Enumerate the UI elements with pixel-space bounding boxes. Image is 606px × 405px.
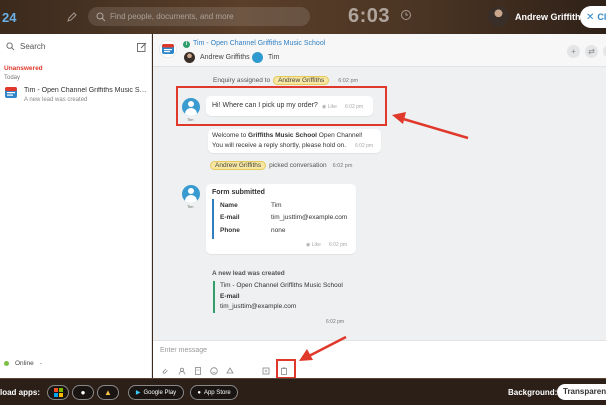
welcome-line1: Welcome to Griffiths Music School Open C… [212, 132, 363, 139]
chat-header: i Tim - Open Channel Griffiths Music Sch… [153, 34, 606, 67]
emoji-icon[interactable] [210, 367, 218, 375]
document-icon[interactable] [194, 367, 202, 375]
google-play-icon: ▶ [135, 390, 141, 396]
transfer-icon[interactable]: ⇄ [585, 45, 598, 58]
download-apps-label: load apps: [0, 388, 41, 397]
form-value: Tim [271, 202, 282, 209]
form-label: Phone [220, 227, 240, 234]
linux-download-button[interactable]: ▲ [97, 385, 119, 400]
bottom-bar: load apps: ● ▲ ▶ Google Play ● App Store… [0, 378, 606, 405]
add-user-icon[interactable]: + [567, 45, 580, 58]
message-time: 6:02 pm [338, 77, 359, 84]
picked-conversation-line: Andrew Griffiths picked conversation 6:0… [210, 161, 352, 170]
enquiry-text: Enquiry assigned to [213, 77, 271, 84]
message-input[interactable]: Enter message [160, 347, 207, 354]
avatar-label: Tim [187, 204, 194, 209]
windows-download-button[interactable] [47, 385, 69, 400]
status-selector[interactable]: Online - [4, 360, 42, 367]
chat-title[interactable]: Tim - Open Channel Griffiths Music Schoo… [193, 40, 325, 47]
participant-avatar[interactable] [184, 52, 195, 63]
status-label: Online [15, 360, 34, 367]
agent-tag[interactable]: Andrew Griffiths [273, 76, 330, 85]
search-placeholder: Find people, documents, and more [110, 12, 234, 21]
app-logo[interactable]: 24 [2, 10, 16, 25]
message-time: 6:02 pm [332, 162, 353, 169]
conversation-title: Tim - Open Channel Griffiths Music Schoo… [24, 87, 148, 94]
form-label: Name [220, 202, 238, 209]
participant-name[interactable]: Andrew Griffiths [200, 54, 250, 61]
close-button[interactable]: ✕ Clo [580, 6, 606, 28]
open-channel-icon [5, 87, 17, 98]
group-today: Today [4, 75, 21, 81]
message-time: 6:02 pm [355, 143, 374, 149]
apple-icon: ● [197, 389, 201, 396]
paperclip-icon[interactable] [161, 367, 169, 375]
sidebar-search[interactable]: Search [6, 42, 45, 51]
message-time: 6:02 pm [326, 319, 345, 325]
form-value: none [271, 227, 286, 234]
info-icon[interactable]: i [183, 41, 190, 48]
form-value: tim_justtim@example.com [271, 214, 348, 221]
participant-avatar[interactable] [252, 52, 263, 63]
form-submitted-card: Form submitted Name Tim E-mail tim_justt… [206, 184, 356, 254]
clock-icon[interactable] [400, 9, 412, 21]
close-icon: ✕ [586, 11, 595, 23]
lead-line: tim_justtim@example.com [220, 303, 297, 310]
welcome-line2: You will receive a reply shortly, please… [212, 142, 347, 149]
apple-icon: ● [80, 388, 86, 397]
google-play-label: Google Play [143, 389, 177, 396]
lead-line: E-mail [220, 293, 240, 300]
search-icon [96, 12, 106, 21]
lead-line[interactable]: Tim - Open Channel Griffiths Music Schoo… [220, 282, 343, 289]
user-avatar[interactable] [488, 6, 509, 27]
linux-icon: ▲ [104, 388, 112, 397]
welcome-message: Welcome to Griffiths Music School Open C… [208, 129, 381, 153]
enquiry-assigned-line: Enquiry assigned to Andrew Griffiths 6:0… [213, 76, 358, 85]
background-selector[interactable]: Transparent [557, 384, 606, 400]
mac-download-button[interactable]: ● [72, 385, 94, 400]
app-store-label: App Store [203, 389, 231, 396]
open-channel-icon [159, 40, 177, 58]
screenshot-icon[interactable] [262, 367, 270, 375]
user-icon[interactable] [178, 367, 186, 375]
conversation-subtitle: A new lead was created [24, 97, 88, 103]
picked-text: picked conversation [269, 162, 327, 169]
like-button[interactable]: ◉ Like [306, 242, 321, 248]
status-caret: - [39, 360, 42, 367]
google-play-button[interactable]: ▶ Google Play [128, 385, 184, 400]
clock-time: 6:03 [348, 5, 391, 27]
client-avatar[interactable] [182, 185, 200, 203]
compose-icon[interactable] [137, 42, 147, 52]
form-accent-bar [212, 199, 214, 239]
highlight-box-message [176, 86, 387, 126]
top-bar: 24 Find people, documents, and more 6:03… [0, 0, 606, 34]
search-icon [6, 42, 15, 51]
form-label: E-mail [220, 214, 240, 221]
lead-accent-bar [213, 281, 215, 313]
close-label: Clo [597, 12, 606, 22]
user-name[interactable]: Andrew Griffiths [515, 12, 586, 22]
agent-tag[interactable]: Andrew Griffiths [210, 161, 267, 170]
sidebar-search-label: Search [20, 42, 46, 51]
message-time: 6:02 pm [329, 242, 348, 248]
sidebar: Search Unanswered Today Tim - Open Chann… [0, 34, 152, 378]
canned-response-icon[interactable] [226, 367, 234, 375]
background-label: Background: [508, 388, 558, 397]
form-title: Form submitted [212, 189, 265, 196]
participant-name[interactable]: Tim [268, 54, 279, 61]
lead-title: A new lead was created [212, 270, 285, 277]
conversation-list-item[interactable]: Tim - Open Channel Griffiths Music Schoo… [0, 84, 151, 110]
global-search-input[interactable]: Find people, documents, and more [88, 7, 310, 26]
windows-icon [53, 388, 63, 397]
message-composer: Enter message [153, 340, 606, 378]
section-unanswered: Unanswered [4, 65, 43, 72]
pencil-icon[interactable] [66, 11, 78, 23]
highlight-box-clipboard [276, 359, 296, 379]
app-store-button[interactable]: ● App Store [190, 385, 238, 400]
online-dot-icon [4, 361, 9, 366]
